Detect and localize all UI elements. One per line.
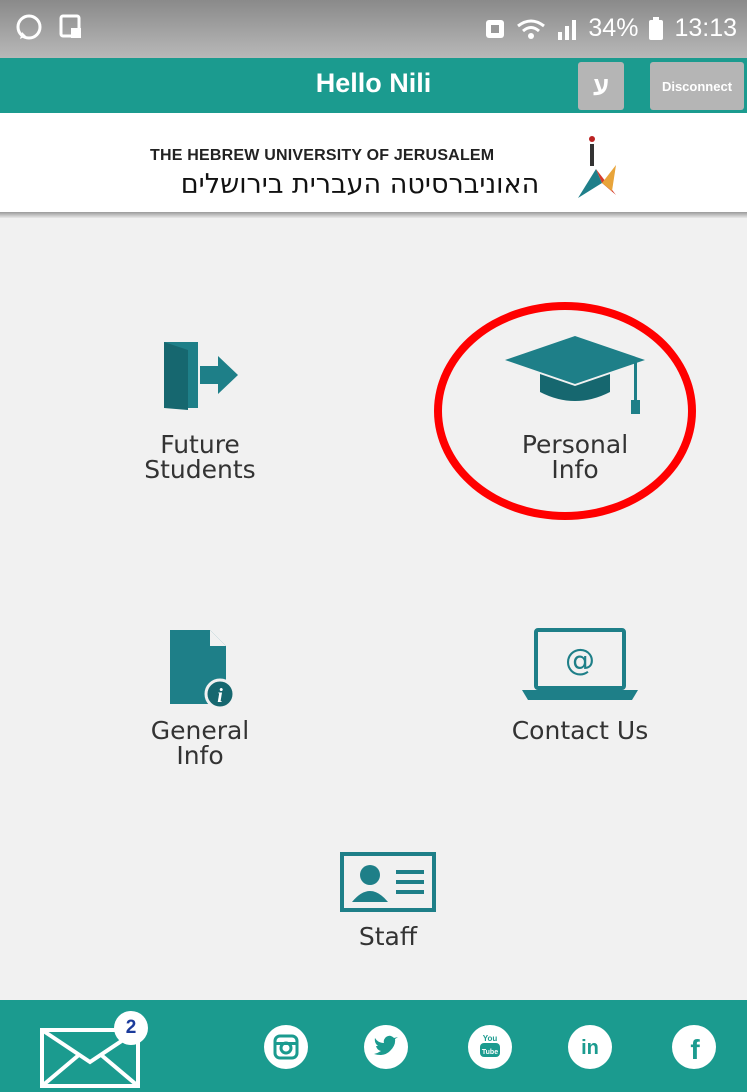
signal-icon: [558, 19, 577, 40]
tile-future-students[interactable]: Future Students: [115, 340, 285, 482]
whatsapp-icon: [16, 14, 42, 40]
document-info-icon: i: [170, 630, 236, 710]
logo-english-text: THE HEBREW UNIVERSITY OF JERUSALEM: [150, 147, 495, 164]
page-title: Hello Nili: [315, 68, 432, 98]
wifi-icon: [517, 19, 546, 39]
svg-text:f: f: [690, 1034, 700, 1065]
screenshot-icon: [59, 14, 81, 38]
status-bar: 34% 13:13: [0, 0, 747, 58]
id-card-icon: [340, 852, 436, 912]
clock: 13:13: [674, 14, 737, 42]
tile-staff[interactable]: Staff: [318, 850, 458, 949]
tile-label: Staff: [358, 922, 418, 951]
tile-label: General Info: [150, 716, 250, 770]
bottom-bar: 2 You Tube in f: [0, 1000, 747, 1092]
university-logo-banner: THE HEBREW UNIVERSITY OF JERUSALEM האוני…: [0, 113, 747, 213]
svg-text:You: You: [483, 1034, 498, 1043]
notification-icon: [486, 19, 505, 38]
disconnect-button[interactable]: Disconnect: [650, 62, 744, 110]
messages-badge: 2: [114, 1011, 148, 1045]
header-divider: [0, 212, 747, 218]
tile-label: Contact Us: [511, 716, 649, 745]
svg-text:in: in: [581, 1037, 599, 1059]
svg-text:i: i: [217, 685, 223, 707]
svg-text:@: @: [565, 643, 595, 678]
instagram-icon[interactable]: [262, 1023, 310, 1071]
tile-contact-us[interactable]: @ Contact Us: [480, 626, 680, 743]
tile-general-info[interactable]: i General Info: [130, 628, 270, 768]
university-logo-mark: [578, 136, 616, 198]
laptop-at-icon: @: [522, 628, 638, 700]
tile-label: Future Students: [144, 430, 256, 484]
svg-text:Tube: Tube: [482, 1049, 498, 1056]
youtube-icon[interactable]: You Tube: [466, 1023, 514, 1071]
door-enter-icon: [164, 342, 238, 410]
highlight-circle: [434, 302, 696, 520]
language-button[interactable]: ע: [578, 62, 624, 110]
app-header: Hello Nili ע Disconnect: [0, 58, 747, 113]
logo-hebrew-text: האוניברסיטה העברית בירושלים: [180, 169, 540, 200]
battery-icon: [649, 16, 664, 40]
linkedin-icon[interactable]: in: [566, 1023, 614, 1071]
battery-percent: 34%: [588, 14, 639, 42]
twitter-icon[interactable]: [362, 1023, 410, 1071]
facebook-icon[interactable]: f: [670, 1023, 718, 1071]
